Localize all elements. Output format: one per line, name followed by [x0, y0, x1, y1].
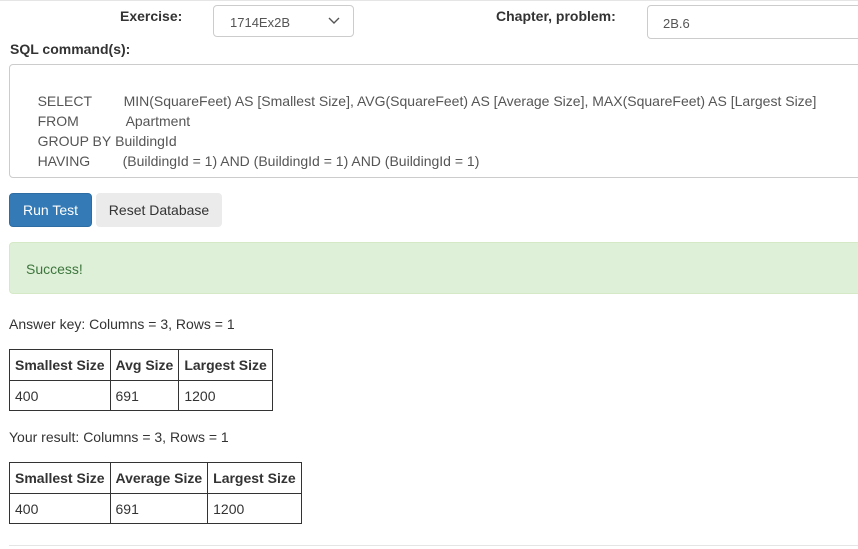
sql-clause: MIN(SquareFeet) AS [Smallest Size], AVG(… [123, 93, 817, 109]
column-header: Avg Size [109, 349, 180, 381]
table-cell: 691 [109, 493, 209, 524]
table-cell: 691 [109, 380, 180, 411]
table-row: 400 691 1200 [9, 380, 273, 411]
exercise-select-value: 1714Ex2B [230, 15, 290, 30]
chapter-problem-value: 2B.6 [663, 16, 690, 31]
sql-clause: (BuildingId = 1) AND (BuildingId = 1) AN… [122, 153, 480, 169]
table-cell: 1200 [178, 380, 273, 411]
column-header: Largest Size [207, 462, 302, 494]
column-header: Average Size [109, 462, 209, 494]
table-header-row: Smallest Size Average Size Largest Size [9, 462, 302, 494]
top-divider [0, 0, 858, 1]
table-header-row: Smallest Size Avg Size Largest Size [9, 349, 273, 381]
column-header: Smallest Size [9, 349, 111, 381]
sql-keyword: HAVING [37, 153, 91, 169]
chapter-problem-label: Chapter, problem: [496, 8, 616, 24]
table-cell: 400 [9, 380, 111, 411]
success-message: Success! [26, 261, 83, 277]
reset-database-button[interactable]: Reset Database [96, 193, 222, 227]
table-cell: 1200 [207, 493, 302, 524]
exercise-select[interactable]: 1714Ex2B [213, 5, 354, 37]
table-row: 400 691 1200 [9, 493, 302, 524]
column-header: Largest Size [178, 349, 273, 381]
chevron-down-icon [328, 17, 340, 24]
sql-command-editor[interactable]: SELECT MIN(SquareFeet) AS [Smallest Size]… [9, 64, 858, 178]
chapter-problem-input[interactable]: 2B.6 [647, 5, 858, 39]
your-result-caption: Your result: Columns = 3, Rows = 1 [9, 429, 229, 445]
answer-key-table: Smallest Size Avg Size Largest Size 400 … [9, 349, 273, 411]
success-alert: Success! [9, 242, 858, 294]
sql-line-having: HAVING (BuildingId = 1) AND (BuildingId =… [22, 131, 480, 191]
bottom-divider [9, 545, 858, 546]
column-header: Smallest Size [9, 462, 111, 494]
exercise-label: Exercise: [120, 8, 183, 24]
your-result-table: Smallest Size Average Size Largest Size … [9, 462, 302, 524]
answer-key-caption: Answer key: Columns = 3, Rows = 1 [9, 316, 235, 332]
run-test-button[interactable]: Run Test [9, 193, 92, 227]
table-cell: 400 [9, 493, 111, 524]
sql-commands-label: SQL command(s): [10, 41, 131, 57]
